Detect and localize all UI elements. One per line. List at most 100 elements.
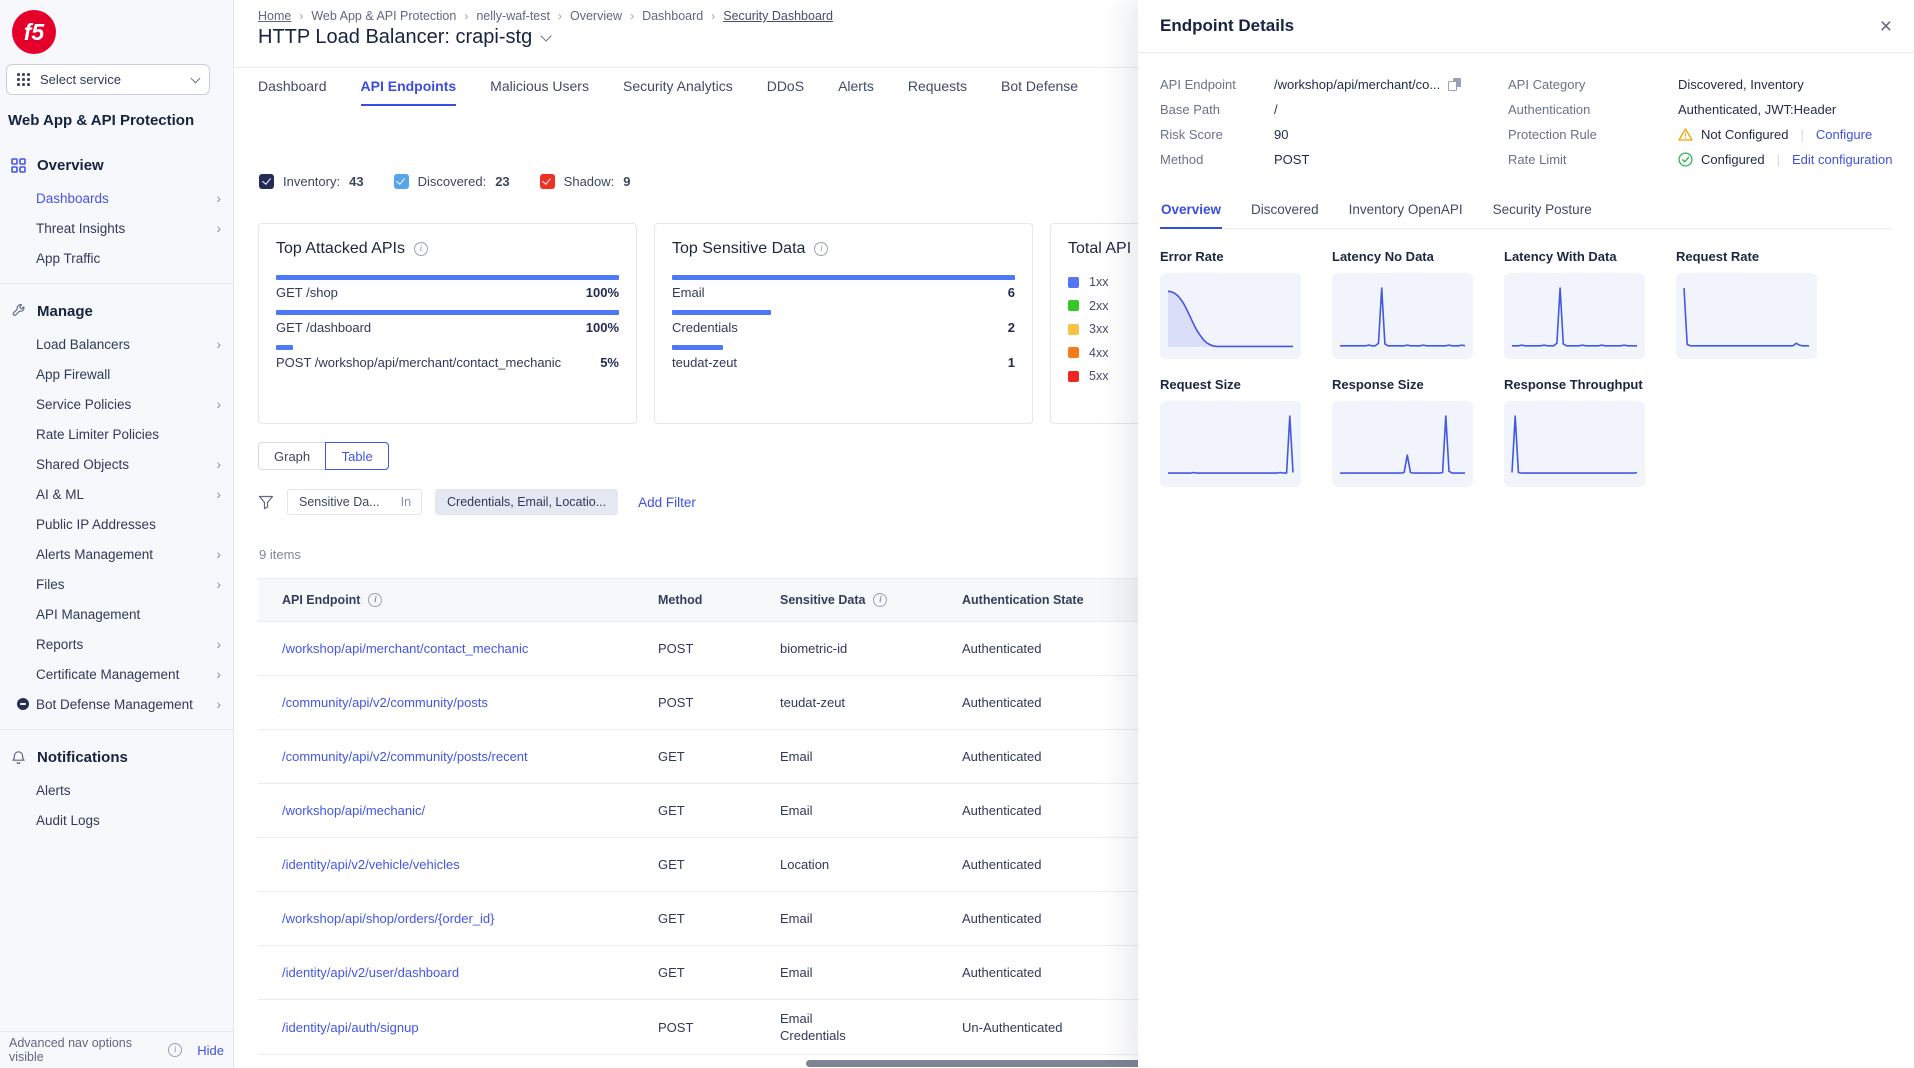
grid-icon: [10, 158, 26, 174]
endpoint-link[interactable]: /community/api/v2/community/posts: [282, 695, 650, 710]
sidebar-item-certificate-management[interactable]: Certificate Management›: [0, 659, 233, 689]
sidebar-item-app-traffic[interactable]: App Traffic: [0, 243, 233, 273]
endpoint-link[interactable]: /identity/api/v2/user/dashboard: [282, 965, 650, 980]
info-icon[interactable]: i: [873, 593, 887, 607]
table-row[interactable]: /identity/api/auth/signupPOSTEmailCreden…: [258, 1000, 1164, 1055]
select-service-dropdown[interactable]: Select service: [6, 64, 210, 95]
endpoint-link[interactable]: /workshop/api/shop/orders/{order_id}: [282, 911, 650, 926]
filter-value-chip[interactable]: Credentials, Email, Locatio...: [435, 489, 618, 515]
detail-value: Not Configured|Configure: [1678, 122, 1892, 147]
sidebar-item-bot-defense-management[interactable]: Bot Defense Management›: [0, 689, 233, 719]
checkbox-inventory[interactable]: Inventory:43: [259, 174, 364, 189]
checkbox-discovered[interactable]: Discovered:23: [394, 174, 510, 189]
info-icon[interactable]: i: [168, 1043, 182, 1057]
f5-logo[interactable]: f5: [12, 10, 56, 54]
legend-label: 2xx: [1089, 299, 1108, 313]
table-row[interactable]: /workshop/api/shop/orders/{order_id}GETE…: [258, 892, 1164, 946]
panel-tab-security-posture[interactable]: Security Posture: [1492, 202, 1593, 229]
detail-value-text: Configured: [1701, 147, 1765, 172]
breadcrumb-separator: ›: [630, 9, 634, 23]
hide-nav-button[interactable]: Hide: [197, 1043, 224, 1058]
breadcrumb-item[interactable]: Security Dashboard: [723, 9, 833, 23]
sidebar-section-overview[interactable]: Overview: [0, 148, 233, 183]
sidebar-item-dashboards[interactable]: Dashboards›: [0, 183, 233, 213]
breadcrumb-item[interactable]: nelly-waf-test: [476, 9, 550, 23]
table-row[interactable]: /identity/api/v2/user/dashboardGETEmailA…: [258, 946, 1164, 1000]
sidebar-item-app-firewall[interactable]: App Firewall: [0, 359, 233, 389]
usage-bar: [276, 345, 293, 350]
endpoint-link[interactable]: /workshop/api/merchant/contact_mechanic: [282, 641, 650, 656]
sidebar-item-label: Threat Insights: [36, 221, 125, 236]
table-row[interactable]: /community/api/v2/community/postsPOSTteu…: [258, 676, 1164, 730]
sidebar-item-label: Shared Objects: [36, 457, 129, 472]
sidebar-item-load-balancers[interactable]: Load Balancers›: [0, 329, 233, 359]
info-icon[interactable]: i: [814, 242, 828, 256]
sensitive-data-value: 1: [1008, 354, 1015, 372]
toggle-table[interactable]: Table: [325, 442, 389, 470]
tab-ddos[interactable]: DDoS: [767, 68, 804, 106]
horizontal-scrollbar[interactable]: [806, 1060, 1142, 1067]
detail-action-configure[interactable]: Configure: [1816, 122, 1872, 147]
sidebar-section-manage[interactable]: Manage: [0, 294, 233, 329]
sidebar-item-alerts[interactable]: Alerts: [0, 775, 233, 805]
endpoints-table: API EndpointiMethodSensitive DataiAuthen…: [258, 578, 1164, 1055]
table-row[interactable]: /workshop/api/merchant/contact_mechanicP…: [258, 622, 1164, 676]
sidebar-item-reports[interactable]: Reports›: [0, 629, 233, 659]
sidebar-item-label: Service Policies: [36, 397, 131, 412]
tab-dashboard[interactable]: Dashboard: [258, 68, 327, 106]
checkbox-label: Inventory:: [283, 174, 340, 189]
sidebar-item-service-policies[interactable]: Service Policies›: [0, 389, 233, 419]
tab-security-analytics[interactable]: Security Analytics: [623, 68, 733, 106]
sensitive-data-label: Email: [672, 284, 705, 302]
info-icon[interactable]: i: [414, 242, 428, 256]
sidebar-item-ai-ml[interactable]: AI & ML›: [0, 479, 233, 509]
sidebar-item-public-ip-addresses[interactable]: Public IP Addresses: [0, 509, 233, 539]
sidebar-item-audit-logs[interactable]: Audit Logs: [0, 805, 233, 835]
sidebar-item-label: Certificate Management: [36, 667, 179, 682]
sidebar-item-threat-insights[interactable]: Threat Insights›: [0, 213, 233, 243]
card-title: Top Attacked APIs: [276, 240, 405, 258]
breadcrumb-item[interactable]: Overview: [570, 9, 622, 23]
filter-field[interactable]: Sensitive Da... In: [287, 489, 422, 515]
sidebar-item-rate-limiter-policies[interactable]: Rate Limiter Policies: [0, 419, 233, 449]
tab-bot-defense[interactable]: Bot Defense: [1001, 68, 1078, 106]
tab-requests[interactable]: Requests: [908, 68, 967, 106]
tab-malicious-users[interactable]: Malicious Users: [490, 68, 589, 106]
chart-title: Latency No Data: [1332, 249, 1473, 264]
endpoint-link[interactable]: /identity/api/v2/vehicle/vehicles: [282, 857, 650, 872]
title-chevron-down-icon[interactable]: [541, 30, 552, 41]
tab-alerts[interactable]: Alerts: [838, 68, 874, 106]
table-row[interactable]: /identity/api/v2/vehicle/vehiclesGETLoca…: [258, 838, 1164, 892]
breadcrumb-item[interactable]: Home: [258, 9, 291, 23]
checkbox-shadow[interactable]: Shadow:9: [540, 174, 631, 189]
endpoint-link[interactable]: /workshop/api/mechanic/: [282, 803, 650, 818]
endpoint-link[interactable]: /identity/api/auth/signup: [282, 1020, 650, 1035]
sidebar-item-shared-objects[interactable]: Shared Objects›: [0, 449, 233, 479]
panel-tab-discovered[interactable]: Discovered: [1250, 202, 1320, 229]
breadcrumb-item[interactable]: Web App & API Protection: [311, 9, 456, 23]
tab-api-endpoints[interactable]: API Endpoints: [361, 68, 457, 106]
panel-tab-overview[interactable]: Overview: [1160, 202, 1222, 229]
sidebar-section-notifications[interactable]: Notifications: [0, 740, 233, 775]
table-row[interactable]: /workshop/api/mechanic/GETEmailAuthentic…: [258, 784, 1164, 838]
breadcrumb-separator: ›: [558, 9, 562, 23]
method-cell: GET: [658, 838, 780, 892]
detail-value-text: /workshop/api/merchant/co...: [1274, 72, 1440, 97]
detail-label: Method: [1160, 147, 1274, 172]
sidebar-item-api-management[interactable]: API Management: [0, 599, 233, 629]
panel-tab-inventory-openapi[interactable]: Inventory OpenAPI: [1348, 202, 1464, 229]
sidebar-item-alerts-management[interactable]: Alerts Management›: [0, 539, 233, 569]
table-row[interactable]: /community/api/v2/community/posts/recent…: [258, 730, 1164, 784]
endpoint-link[interactable]: /community/api/v2/community/posts/recent: [282, 749, 650, 764]
info-icon[interactable]: i: [368, 593, 382, 607]
checkbox-count: 23: [495, 174, 509, 189]
detail-label: API Endpoint: [1160, 72, 1274, 97]
sidebar-item-files[interactable]: Files›: [0, 569, 233, 599]
copy-icon[interactable]: [1448, 78, 1461, 91]
add-filter-button[interactable]: Add Filter: [638, 495, 696, 510]
toggle-graph[interactable]: Graph: [258, 442, 325, 470]
detail-action-edit-configuration[interactable]: Edit configuration: [1792, 147, 1892, 172]
close-icon[interactable]: ×: [1880, 16, 1892, 37]
breadcrumb-item[interactable]: Dashboard: [642, 9, 703, 23]
check-circle-icon: [1678, 152, 1693, 167]
